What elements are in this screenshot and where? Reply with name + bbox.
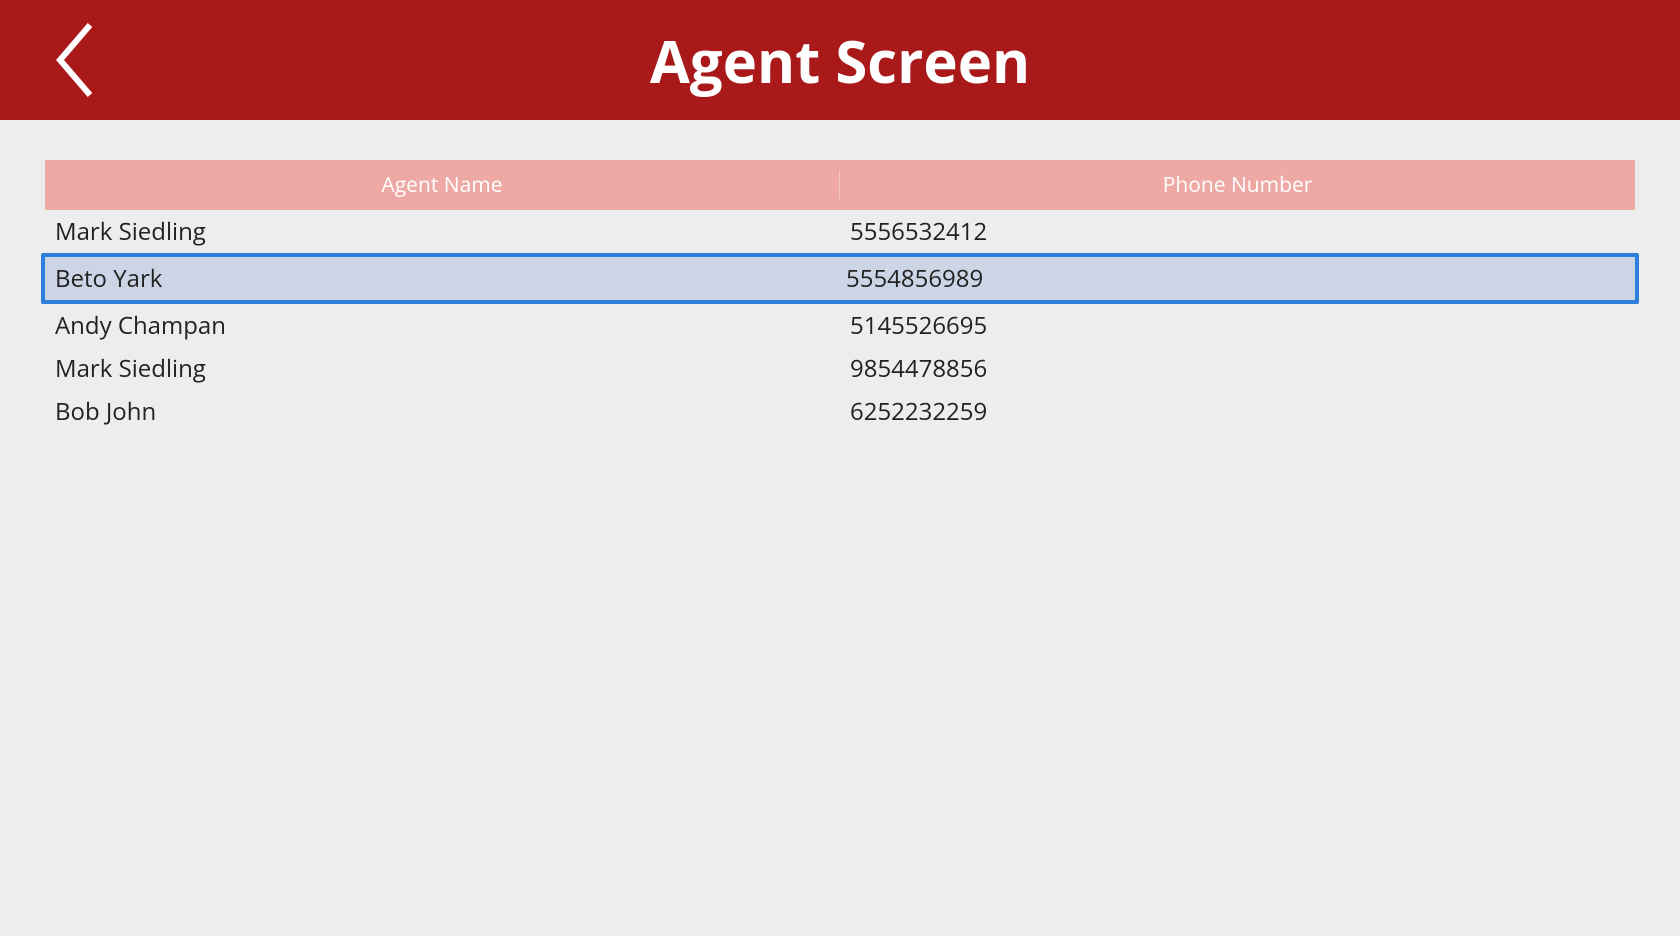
- agent-name-cell: Mark Siedling: [45, 352, 840, 385]
- agent-table: Agent Name Phone Number Mark Siedling555…: [45, 160, 1635, 433]
- table-row[interactable]: Beto Yark5554856989: [41, 253, 1639, 304]
- table-row[interactable]: Mark Siedling9854478856: [45, 347, 1635, 390]
- agent-phone-cell: 9854478856: [840, 352, 1635, 385]
- agent-name-cell: Beto Yark: [49, 262, 840, 295]
- table-body: Mark Siedling5556532412Beto Yark55548569…: [45, 210, 1635, 433]
- table-header-row: Agent Name Phone Number: [45, 160, 1635, 210]
- agent-phone-cell: 6252232259: [840, 395, 1635, 428]
- column-header-name: Agent Name: [45, 171, 840, 199]
- agent-phone-cell: 5556532412: [840, 215, 1635, 248]
- app-header: Agent Screen: [0, 0, 1680, 120]
- table-row[interactable]: Mark Siedling5556532412: [45, 210, 1635, 253]
- agent-phone-cell: 5145526695: [840, 309, 1635, 342]
- table-row[interactable]: Bob John6252232259: [45, 390, 1635, 433]
- content-area: Agent Name Phone Number Mark Siedling555…: [0, 120, 1680, 473]
- agent-phone-cell: 5554856989: [840, 262, 1631, 295]
- agent-name-cell: Mark Siedling: [45, 215, 840, 248]
- table-row[interactable]: Andy Champan5145526695: [45, 304, 1635, 347]
- agent-name-cell: Bob John: [45, 395, 840, 428]
- agent-name-cell: Andy Champan: [45, 309, 840, 342]
- back-button[interactable]: [50, 20, 100, 100]
- column-header-phone: Phone Number: [840, 171, 1635, 199]
- chevron-left-icon: [50, 20, 100, 100]
- page-title: Agent Screen: [0, 21, 1680, 100]
